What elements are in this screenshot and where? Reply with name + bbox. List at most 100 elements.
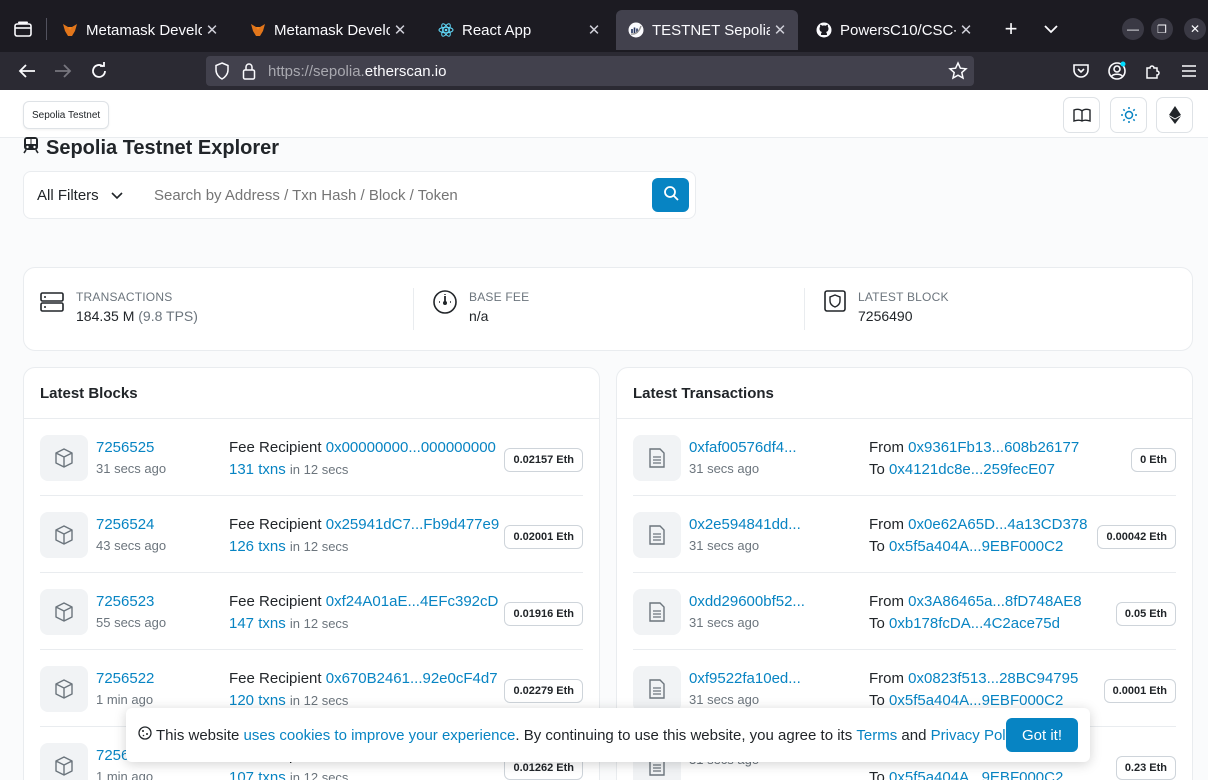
extensions-puzzle-icon[interactable] [1142, 60, 1164, 82]
cookie-text-prefix: This website [156, 726, 244, 744]
tab-list-chevron-icon[interactable] [1040, 18, 1062, 40]
train-icon [22, 136, 40, 160]
got-it-button[interactable]: Got it! [1005, 718, 1078, 752]
reload-icon[interactable] [88, 60, 110, 82]
fee-recipient-label: Fee Recipient [229, 439, 322, 456]
top-strip: Sepolia Testnet [0, 90, 1208, 138]
terms-link[interactable]: Terms [856, 727, 897, 744]
block-reward-badge: 0.02157 Eth [504, 448, 583, 472]
tab-label: Metamask Develop [86, 21, 202, 39]
block-shield-icon [824, 290, 846, 324]
block-time: in 12 secs [289, 616, 349, 631]
from-label: From [869, 593, 904, 610]
block-txns-link[interactable]: 120 txns [229, 692, 286, 709]
fee-recipient-label: Fee Recipient [229, 670, 322, 687]
transaction-doc-icon [633, 512, 681, 558]
back-arrow-icon[interactable] [16, 60, 38, 82]
theme-sun-icon[interactable] [1110, 97, 1147, 133]
close-icon[interactable]: ✕ [390, 21, 410, 39]
tab-label: TESTNET Sepolia (E [652, 21, 770, 39]
page-title-text: Sepolia Testnet Explorer [46, 136, 280, 159]
close-icon[interactable]: ✕ [770, 21, 790, 39]
transaction-doc-icon [633, 666, 681, 712]
close-icon[interactable]: ✕ [202, 21, 222, 39]
card-title: Latest Transactions [617, 368, 1192, 419]
tx-hash-link[interactable]: 0x2e594841dd... [689, 516, 801, 533]
address-bar[interactable]: https://sepolia. etherscan.io [206, 56, 974, 86]
account-icon[interactable] [1106, 60, 1128, 82]
block-age: 55 secs ago [96, 615, 167, 630]
search-input[interactable] [134, 186, 652, 204]
fee-recipient-label: Fee Recipient [229, 593, 322, 610]
from-address-link[interactable]: 0x3A86465a...8fD748AE8 [908, 593, 1081, 610]
tx-hash-link[interactable]: 0xfaf00576df4... [689, 439, 797, 456]
fee-recipient-link[interactable]: 0x670B2461...92e0cF4d7 [326, 670, 498, 687]
docs-book-icon[interactable] [1063, 97, 1100, 133]
block-txns-link[interactable]: 107 txns [229, 769, 286, 780]
close-icon[interactable]: ✕ [584, 21, 604, 39]
tx-age: 31 secs ago [689, 538, 760, 553]
block-number-link[interactable]: 7256525 [96, 439, 166, 456]
close-icon[interactable]: ✕ [956, 21, 976, 39]
block-time: in 12 secs [289, 770, 349, 780]
block-time: in 12 secs [289, 539, 349, 554]
from-address-link[interactable]: 0x9361Fb13...608b26177 [908, 439, 1079, 456]
to-address-link[interactable]: 0x4121dc8e...259fecE07 [889, 461, 1055, 478]
tab-overview-icon[interactable] [12, 18, 34, 40]
block-cube-icon [40, 512, 88, 558]
cookie-policy-link[interactable]: uses cookies to improve your experience [244, 727, 516, 744]
react-icon [438, 22, 454, 38]
restore-icon[interactable]: ❐ [1151, 18, 1173, 40]
browser-nav-bar: https://sepolia. etherscan.io [0, 52, 1208, 90]
block-reward-badge: 0.02279 Eth [504, 679, 583, 703]
close-window-icon[interactable]: ✕ [1184, 18, 1206, 40]
block-number-link[interactable]: 7256523 [96, 593, 166, 610]
forward-arrow-icon[interactable] [52, 60, 74, 82]
fee-recipient-link[interactable]: 0x25941dC7...Fb9d477e9 [326, 516, 499, 533]
fee-recipient-link[interactable]: 0xf24A01aE...4EFc392cD [326, 593, 499, 610]
block-age: 1 min ago [96, 692, 154, 707]
ethereum-icon[interactable] [1156, 97, 1193, 133]
block-reward-badge: 0.02001 Eth [504, 525, 583, 549]
menu-hamburger-icon[interactable] [1178, 60, 1200, 82]
to-address-link[interactable]: 0xb178fcDA...4C2ace75d [889, 615, 1060, 632]
tx-hash-link[interactable]: 0xdd29600bf52... [689, 593, 805, 610]
stat-base-fee: BASE FEE n/a [433, 290, 529, 324]
minimize-icon[interactable]: — [1122, 18, 1144, 40]
pocket-icon[interactable] [1070, 60, 1092, 82]
block-number-link[interactable]: 7256524 [96, 516, 166, 533]
network-badge[interactable]: Sepolia Testnet [23, 101, 110, 129]
block-txns-link[interactable]: 126 txns [229, 538, 286, 555]
chevron-down-icon [111, 187, 123, 204]
new-tab-icon[interactable]: + [1000, 16, 1022, 41]
stat-value: 184.35 M [76, 308, 135, 324]
stat-label: LATEST BLOCK [858, 290, 949, 304]
filter-dropdown[interactable]: All Filters [24, 187, 134, 204]
block-time: in 12 secs [289, 693, 349, 708]
lock-icon[interactable] [242, 62, 256, 84]
to-address-link[interactable]: 0x5f5a404A...9EBF000C2 [889, 769, 1063, 780]
tab-github[interactable]: PowersC10/CSC-48 ✕ [804, 8, 984, 52]
block-txns-link[interactable]: 131 txns [229, 461, 286, 478]
block-number-link[interactable]: 7256522 [96, 670, 154, 687]
stat-latest-block: LATEST BLOCK 7256490 [824, 290, 949, 324]
search-button[interactable] [652, 178, 689, 212]
to-address-link[interactable]: 0x5f5a404A...9EBF000C2 [889, 692, 1063, 709]
from-address-link[interactable]: 0x0823f513...28BC94795 [908, 670, 1078, 687]
page-title: Sepolia Testnet Explorer [22, 136, 279, 160]
to-address-link[interactable]: 0x5f5a404A...9EBF000C2 [889, 538, 1063, 555]
tab-metamask-2[interactable]: Metamask Develop ✕ [238, 8, 418, 52]
tab-react-app[interactable]: React App ✕ [426, 8, 612, 52]
block-txns-link[interactable]: 147 txns [229, 615, 286, 632]
browser-tab-bar: Metamask Develop ✕ Metamask Develop ✕ Re… [0, 0, 1208, 52]
fee-recipient-link[interactable]: 0x00000000...000000000 [326, 439, 496, 456]
etherscan-page: Sepolia Testnet Sepolia Testnet Explorer… [0, 90, 1208, 780]
stats-panel: TRANSACTIONS 184.35 M (9.8 TPS) BASE FEE… [23, 267, 1193, 351]
shield-icon[interactable] [214, 62, 230, 84]
tab-etherscan-active[interactable]: TESTNET Sepolia (E ✕ [616, 10, 798, 50]
from-address-link[interactable]: 0x0e62A65D...4a13CD378 [908, 516, 1087, 533]
block-cube-icon [40, 589, 88, 635]
tab-metamask-1[interactable]: Metamask Develop ✕ [50, 8, 230, 52]
tx-hash-link[interactable]: 0xf9522fa10ed... [689, 670, 801, 687]
bookmark-star-icon[interactable] [948, 61, 968, 85]
